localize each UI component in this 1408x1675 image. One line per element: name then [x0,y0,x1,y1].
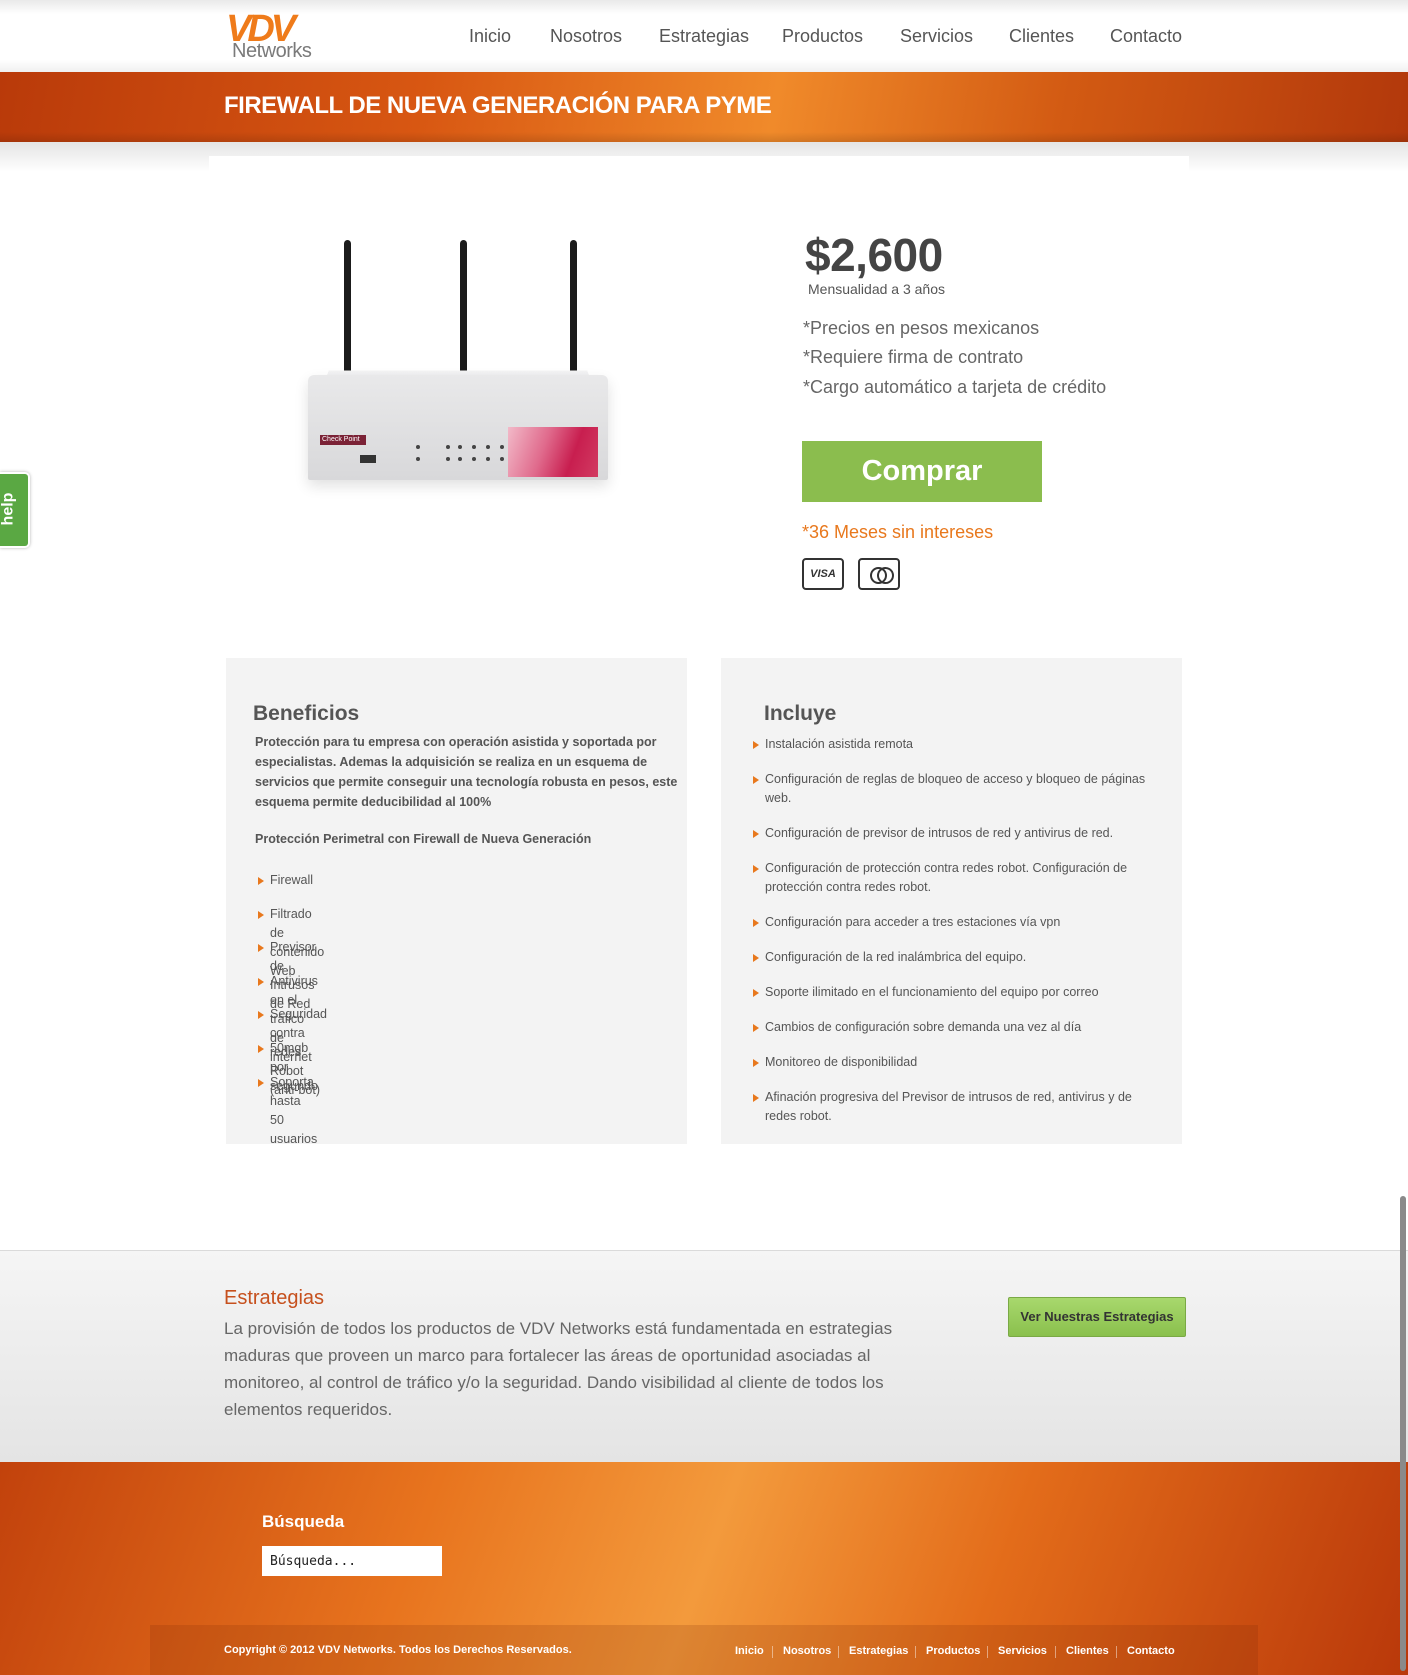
led [416,445,420,449]
antenna [344,240,351,380]
led [500,457,504,461]
help-label: help [0,492,17,526]
nav-productos[interactable]: Productos [782,26,863,47]
incluye-box: Incluye Instalación asistida remota Conf… [721,658,1182,1144]
led [446,445,450,449]
list-item: Configuración de reglas de bloqueo de ac… [752,770,1165,808]
led [458,457,462,461]
main-nav: Inicio Nosotros Estrategias Productos Se… [0,26,1408,50]
nav-estrategias[interactable]: Estrategias [659,26,749,47]
beneficios-subtitle: Protección Perimetral con Firewall de Nu… [255,832,592,846]
footer-nav-separator [772,1646,773,1658]
list-item: Soporta hasta 50 usuarios [257,1073,317,1149]
nav-clientes[interactable]: Clientes [1009,26,1074,47]
antenna [460,240,467,380]
scrollbar-thumb[interactable] [1400,1196,1406,1671]
usb-port [360,455,376,463]
beneficios-title: Beneficios [253,702,360,725]
nav-nosotros[interactable]: Nosotros [550,26,622,47]
content-panel [209,156,1189,176]
product-image: Check Point [300,230,620,520]
footer-nav-estrategias[interactable]: Estrategias [849,1645,908,1657]
estrategias-title: Estrategias [224,1287,325,1309]
list-item: Instalación asistida remota [752,735,1165,754]
title-band: FIREWALL DE NUEVA GENERACIÓN PARA PYME [0,72,1408,142]
led [486,457,490,461]
price-note-line: *Cargo automático a tarjeta de crédito [803,377,1107,397]
footer-nav-separator [838,1646,839,1658]
list-item: Cambios de configuración sobre demanda u… [752,1018,1165,1037]
footer-nav-contacto[interactable]: Contacto [1127,1645,1175,1657]
footer-nav-servicios[interactable]: Servicios [998,1645,1047,1657]
price-note-line: *Precios en pesos mexicanos [803,318,1040,338]
site-footer: Búsqueda Copyright © 2012 VDV Networks. … [0,1462,1408,1675]
nav-servicios[interactable]: Servicios [900,26,973,47]
beneficios-box: Beneficios Protección para tu empresa co… [226,658,687,1146]
list-item: Monitoreo de disponibilidad [752,1053,1165,1072]
page-title: FIREWALL DE NUEVA GENERACIÓN PARA PYME [224,92,772,119]
footer-nav-productos[interactable]: Productos [926,1645,980,1657]
led [472,445,476,449]
footer-nav-separator [1055,1646,1056,1658]
visa-icon: VISA [802,558,844,590]
mastercard-icon [858,558,900,590]
led [416,457,420,461]
site-header: VDV Networks Inicio Nosotros Estrategias… [0,0,1408,72]
estrategias-text: La provisión de todos los productos de V… [224,1319,893,1419]
router-body: Check Point [308,375,608,480]
led [472,457,476,461]
list-item: Firewall [257,871,313,890]
price-note: Mensualidad a 3 años [808,281,945,297]
mastercard-circle [877,567,894,584]
ver-estrategias-button[interactable]: Ver Nuestras Estrategias [1008,1297,1186,1337]
list-item: Configuración de previsor de intrusos de… [752,824,1165,843]
nav-inicio[interactable]: Inicio [469,26,511,47]
led [446,457,450,461]
list-item: Configuración de la red inalámbrica del … [752,948,1165,967]
buy-button[interactable]: Comprar [802,441,1042,502]
price: $2,600 [805,229,943,281]
beneficios-intro: Protección para tu empresa con operación… [255,735,678,809]
list-item: Configuración para acceder a tres estaci… [752,913,1165,932]
list-item: Configuración de protección contra redes… [752,859,1165,897]
footer-nav-inicio[interactable]: Inicio [735,1645,764,1657]
list-item: Afinación progresiva del Previsor de int… [752,1088,1165,1126]
list-item: Soporte ilimitado en el funcionamiento d… [752,983,1165,1002]
search-input[interactable] [262,1546,442,1576]
msi-note: *36 Meses sin intereses [802,522,994,542]
footer-nav-separator [915,1646,916,1658]
footer-nav-clientes[interactable]: Clientes [1066,1645,1109,1657]
led [458,445,462,449]
help-tab[interactable]: help [0,472,30,548]
antenna [570,240,577,380]
led [500,445,504,449]
copyright: Copyright © 2012 VDV Networks. Todos los… [224,1644,572,1656]
router-stripe [508,427,598,477]
estrategias-band: Estrategias La provisión de todos los pr… [0,1250,1408,1463]
checkpoint-badge: Check Point [320,435,366,445]
price-note-line: *Requiere firma de contrato [803,347,1024,367]
incluye-title: Incluye [764,702,837,725]
footer-nav-nosotros[interactable]: Nosotros [783,1645,831,1657]
search-title: Búsqueda [262,1512,345,1531]
led [486,445,490,449]
footer-nav-separator [1116,1646,1117,1658]
nav-contacto[interactable]: Contacto [1110,26,1182,47]
footer-nav-separator [987,1646,988,1658]
